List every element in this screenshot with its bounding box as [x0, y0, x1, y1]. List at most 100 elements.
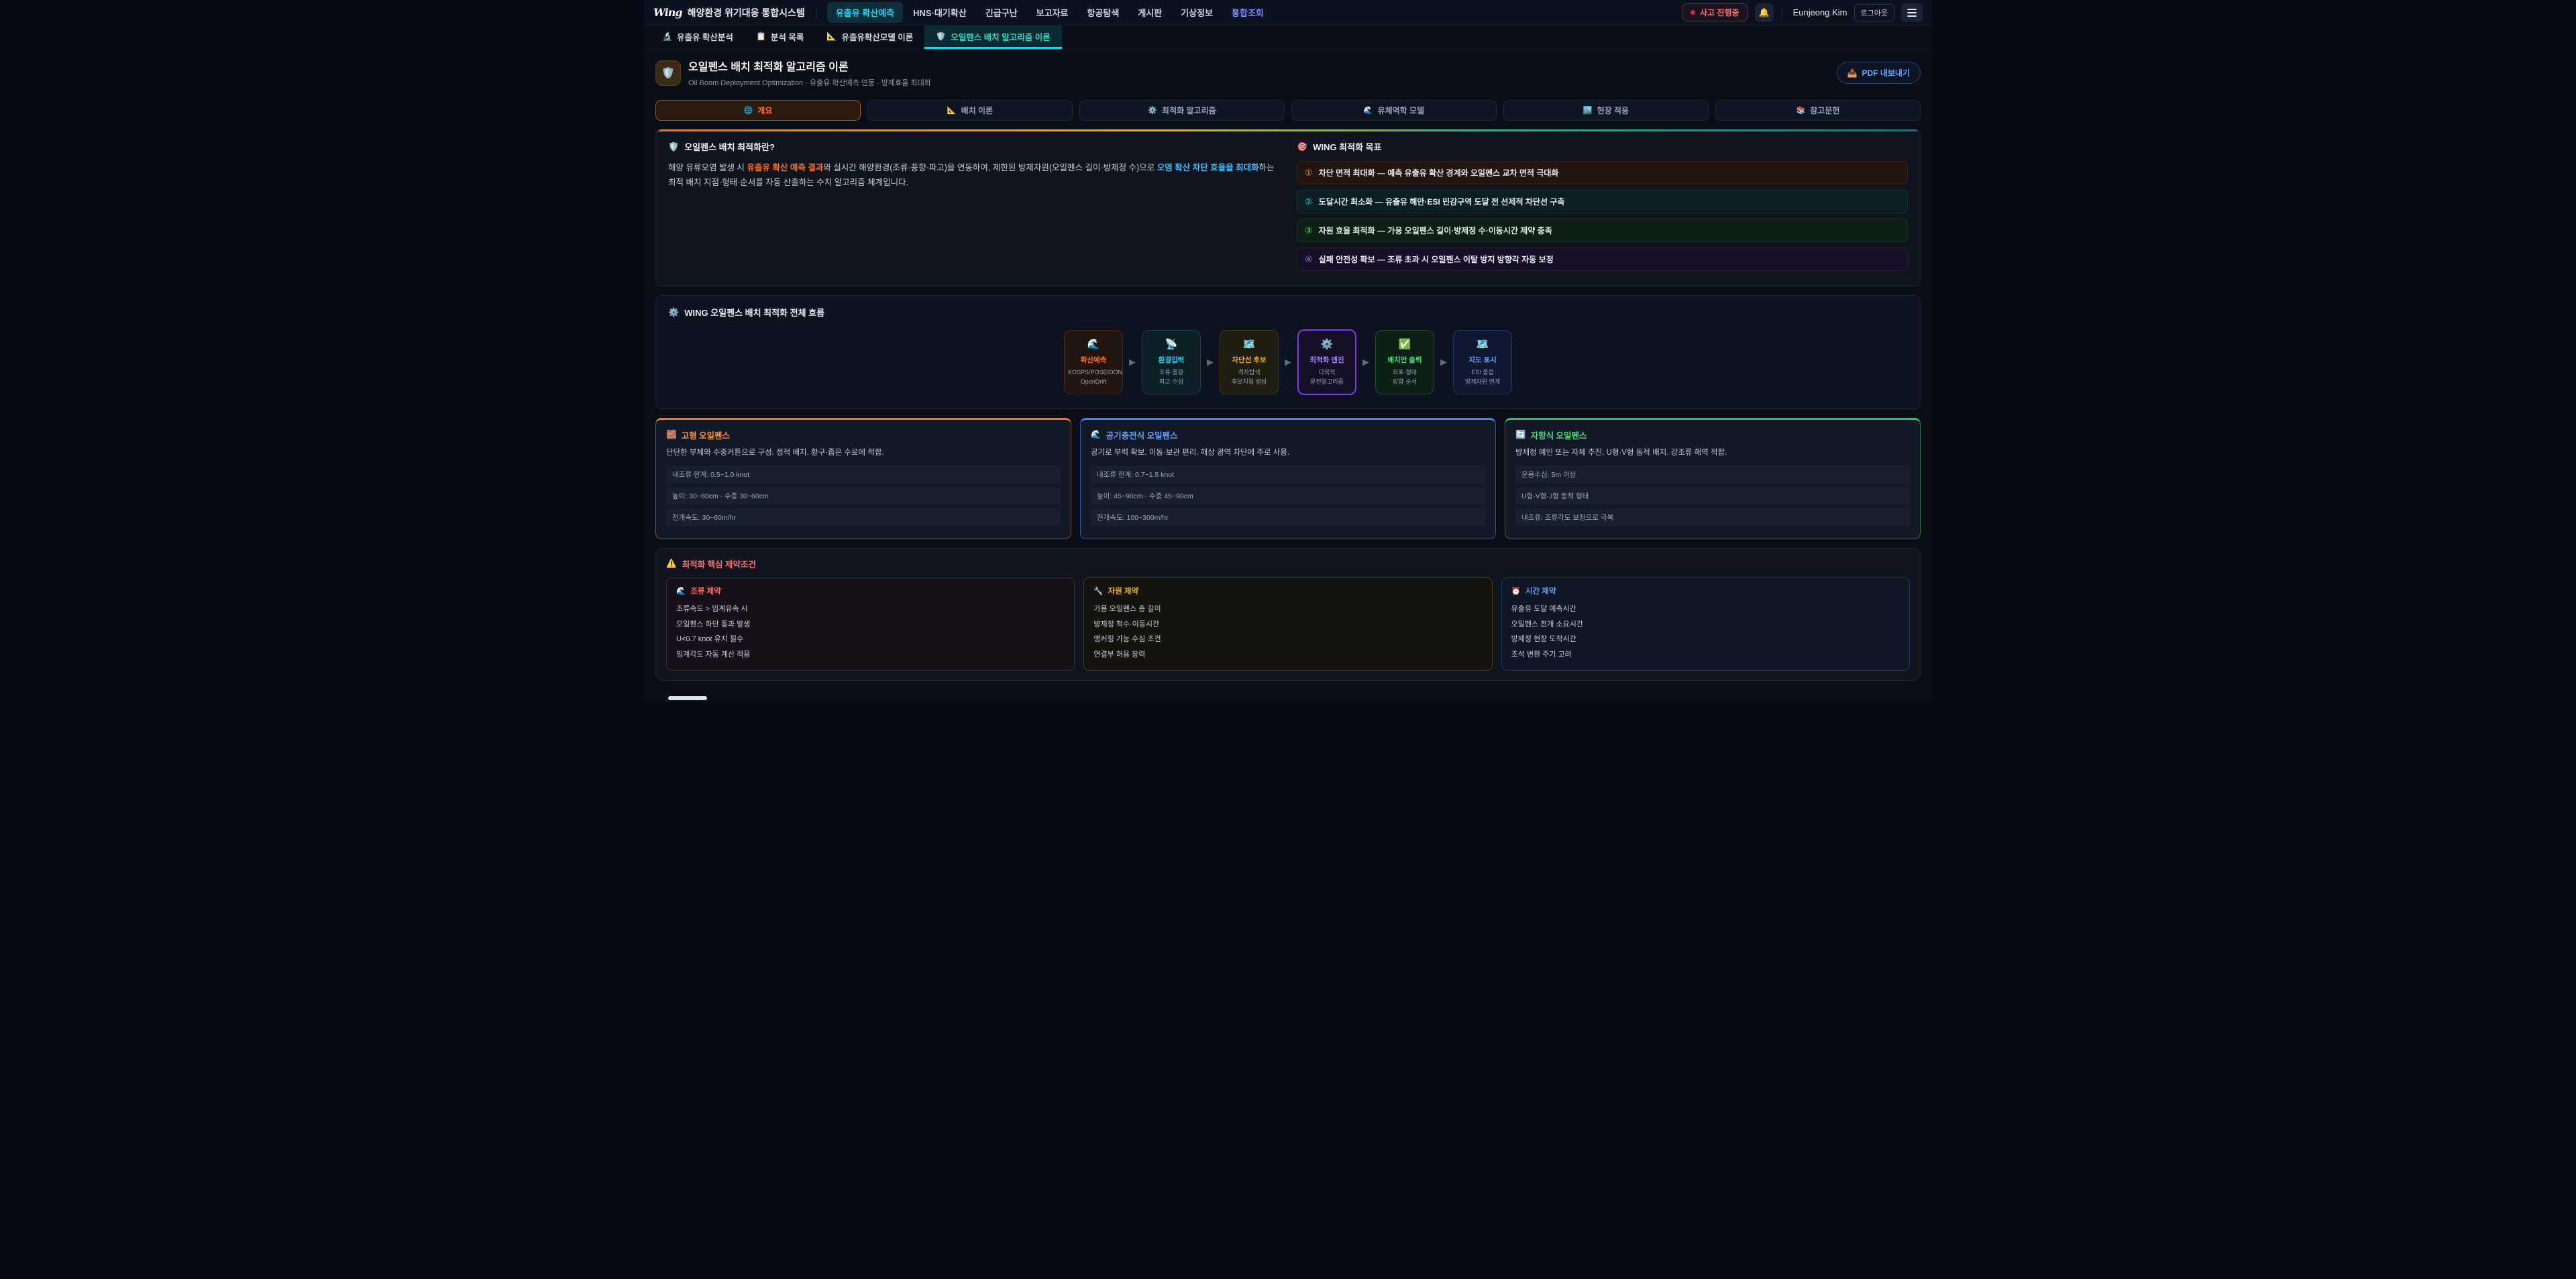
nav-item-oil-spill-prediction[interactable]: 유출유 확산예측: [827, 2, 903, 23]
section-tab-label: 배치 이론: [961, 105, 994, 116]
section-tab-hydrodynamic-model[interactable]: 🌊 유체역학 모델: [1291, 100, 1497, 121]
arrow-right-icon: ▶: [1285, 357, 1291, 368]
wave-icon: 🌊: [1364, 106, 1373, 115]
section-tab-label: 개요: [757, 105, 772, 116]
app-title: 해양환경 위기대응 통합시스템: [688, 6, 805, 19]
arrow-right-icon: ▶: [1440, 357, 1447, 368]
definition-block: 🛡️ 오일펜스 배치 최적화란? 해양 유류오염 발생 시 유출유 확산 예측 …: [668, 140, 1279, 276]
arrow-right-icon: ▶: [1362, 357, 1369, 368]
constraint-card-title: 시간 제약: [1525, 586, 1556, 596]
shield-icon: 🛡️: [655, 60, 681, 86]
section-tab-deployment-theory[interactable]: 📐 배치 이론: [867, 100, 1073, 121]
circled-number-3-icon: ③: [1305, 225, 1313, 236]
tab-spill-diffusion-analysis[interactable]: 🔬 유출유 확산분석: [651, 25, 745, 49]
nav-item-reports[interactable]: 보고자료: [1028, 2, 1077, 23]
circled-number-2-icon: ②: [1305, 197, 1313, 207]
app-logo: Wing 해양환경 위기대응 통합시스템: [653, 6, 805, 19]
goal-text: 실패 안전성 확보 — 조류 초과 시 오일펜스 이탈 방지 방향각 자동 보정: [1319, 254, 1554, 265]
flow-step-map-display: 🗺️ 지도 표시 ESI 중첩 방제자원 연계: [1453, 330, 1512, 394]
boom-spec: 높이: 45~90cm · 수중 45~90cm: [1091, 488, 1485, 504]
brick-icon: 🧱: [666, 430, 677, 440]
tab-oil-boom-algorithm-theory[interactable]: 🛡️ 오일펜스 배치 알고리즘 이론: [924, 25, 1061, 49]
logout-button[interactable]: 로그아웃: [1854, 4, 1894, 21]
flow-step-barrier-candidates: 🗺️ 차단선 후보 격자탐색 후보지점 생성: [1220, 330, 1279, 394]
incident-status-badge[interactable]: 사고 진행중: [1682, 3, 1748, 21]
circled-number-4-icon: ④: [1305, 254, 1313, 265]
topbar-right: 사고 진행중 🔔 Eunjeong Kim 로그아웃: [1682, 3, 1923, 22]
tab-label: 유출유 확산분석: [677, 30, 733, 43]
definition-paragraph: 해양 유류오염 발생 시 유출유 확산 예측 결과와 실시간 해양환경(조류·풍…: [668, 161, 1279, 190]
globe-icon: 🌐: [744, 106, 753, 115]
constraint-line: 조류속도 > 임계유속 시: [676, 602, 1065, 617]
topbar: Wing 해양환경 위기대응 통합시스템 유출유 확산예측 HNS·대기확산 긴…: [644, 0, 1932, 25]
pdf-export-label: PDF 내보내기: [1862, 67, 1911, 78]
constraint-line: 조석 변환 주기 고려: [1511, 647, 1900, 663]
boom-card-title: 공기충전식 오일펜스: [1106, 429, 1178, 441]
boom-card-self-propelled: 🔄 자항식 오일펜스 방제정 예인 또는 자체 추진. U형·V형 동적 배치.…: [1505, 418, 1921, 539]
hamburger-menu-icon[interactable]: [1901, 3, 1923, 22]
boom-card-solid: 🧱 고형 오일펜스 단단한 부체와 수중커튼으로 구성. 정적 배치. 항구·좁…: [655, 418, 1071, 539]
wave-icon: 🌊: [1091, 430, 1102, 440]
tab-diffusion-model-theory[interactable]: 📐 유출유확산모델 이론: [815, 25, 924, 49]
section-tab-references[interactable]: 📚 참고문헌: [1715, 100, 1921, 121]
boom-card-title: 고형 오일펜스: [682, 429, 730, 441]
constraint-line: 유출유 도달 예측시간: [1511, 602, 1900, 617]
boom-spec: 전개속도: 100~300m/hr: [1091, 509, 1485, 526]
flow-step-optimization-engine: ⚙️ 최적화 엔진 다목적 유전알고리즘: [1297, 329, 1356, 395]
wave-icon: 🌊: [1068, 338, 1119, 350]
goals-title: WING 최적화 목표: [1313, 140, 1381, 153]
section-tab-label: 최적화 알고리즘: [1162, 105, 1216, 116]
tab-analysis-list[interactable]: 📋 분석 목록: [745, 25, 815, 49]
nav-item-hns-atmospheric[interactable]: HNS·대기확산: [904, 2, 975, 23]
user-name: Eunjeong Kim: [1793, 7, 1847, 17]
goal-item-resource-efficiency: ③ 자원 효율 최적화 — 가용 오일펜스 길이·방제정 수·이동시간 제약 충…: [1297, 219, 1908, 242]
incident-dot-icon: [1690, 10, 1695, 15]
section-tab-label: 현장 적용: [1597, 105, 1629, 116]
goals-block: 🎯 WING 최적화 목표 ① 차단 면적 최대화 — 예측 유출유 확산 경계…: [1297, 140, 1908, 276]
arrow-right-icon: ▶: [1207, 357, 1214, 368]
nav-item-integrated-search[interactable]: 통합조회: [1223, 2, 1273, 23]
constraint-line: 방제정 현장 도착시간: [1511, 632, 1900, 647]
section-tab-field-application[interactable]: 🏙️ 현장 적용: [1503, 100, 1709, 121]
gear-icon: ⚙️: [668, 307, 679, 318]
section-tab-optimization-algorithm[interactable]: ⚙️ 최적화 알고리즘: [1079, 100, 1285, 121]
constraint-card-title: 조류 제약: [690, 586, 721, 596]
gear-icon: ⚙️: [1148, 106, 1157, 115]
alarm-clock-icon: ⏰: [1511, 586, 1521, 596]
nav-item-aerial-search[interactable]: 항공탐색: [1078, 2, 1128, 23]
goal-text: 차단 면적 최대화 — 예측 유출유 확산 경계와 오일펜스 교차 면적 극대화: [1319, 167, 1559, 178]
boom-spec: 전개속도: 30~60m/hr: [666, 509, 1061, 526]
constraint-line: 방제정 척수·이동시간: [1093, 617, 1482, 632]
wave-icon: 🌊: [676, 586, 686, 596]
boom-spec: 높이: 30~60cm · 수중 30~60cm: [666, 488, 1061, 504]
constraint-line: 오일펜스 하단 통과 발생: [676, 617, 1065, 632]
goal-item-blocking-area: ① 차단 면적 최대화 — 예측 유출유 확산 경계와 오일펜스 교차 면적 극…: [1297, 161, 1908, 184]
boom-card-air-inflatable: 🌊 공기충전식 오일펜스 공기로 부력 확보. 이동·보관 편리. 해상 광역 …: [1080, 418, 1496, 539]
boom-spec: 내조류 한계: 0.5~1.0 knot: [666, 466, 1061, 483]
constraint-line: 앵커링 가능 수심 조건: [1093, 632, 1482, 647]
nav-item-weather-info[interactable]: 기상정보: [1172, 2, 1222, 23]
flow-card: ⚙️ WING 오일펜스 배치 최적화 전체 흐름 🌊 확산예측 KOSPS/P…: [655, 295, 1921, 409]
download-icon: 📥: [1847, 68, 1858, 78]
tab-label: 오일펜스 배치 알고리즘 이론: [951, 30, 1050, 43]
nav-item-emergency-rescue[interactable]: 긴급구난: [977, 2, 1026, 23]
microscope-icon: 🔬: [662, 32, 672, 41]
nav-item-board[interactable]: 게시판: [1129, 2, 1171, 23]
page-header: 🛡️ 오일펜스 배치 최적화 알고리즘 이론 Oil Boom Deployme…: [644, 50, 1932, 95]
constraint-line: U<0.7 knot 유지 필수: [676, 632, 1065, 647]
notification-bell-icon[interactable]: 🔔: [1755, 3, 1774, 22]
check-mark-icon: ✅: [1379, 338, 1430, 350]
goal-text: 도달시간 최소화 — 유출유 해안·ESI 민감구역 도달 전 선제적 차단선 …: [1319, 196, 1565, 207]
horizontal-scrollbar[interactable]: [668, 696, 707, 700]
section-nav: 🌐 개요 📐 배치 이론 ⚙️ 최적화 알고리즘 🌊 유체역학 모델 🏙️ 현장…: [655, 100, 1921, 121]
flow-step-deployment-output: ✅ 배치안 출력 좌표·형태 방향·순서: [1375, 330, 1434, 394]
constraint-line: 가용 오일펜스 총 길이: [1093, 602, 1482, 617]
wing-logo-icon: Wing: [653, 6, 682, 19]
constraint-line: 연결부 허용 장력: [1093, 647, 1482, 663]
section-tab-overview[interactable]: 🌐 개요: [655, 100, 861, 121]
constraints-title: 최적화 핵심 제약조건: [682, 557, 756, 570]
page-subtitle: Oil Boom Deployment Optimization · 유출유 확…: [688, 77, 931, 88]
section-tab-label: 참고문헌: [1810, 105, 1839, 116]
section-tab-label: 유체역학 모델: [1378, 105, 1425, 116]
pdf-export-button[interactable]: 📥 PDF 내보내기: [1837, 62, 1921, 84]
